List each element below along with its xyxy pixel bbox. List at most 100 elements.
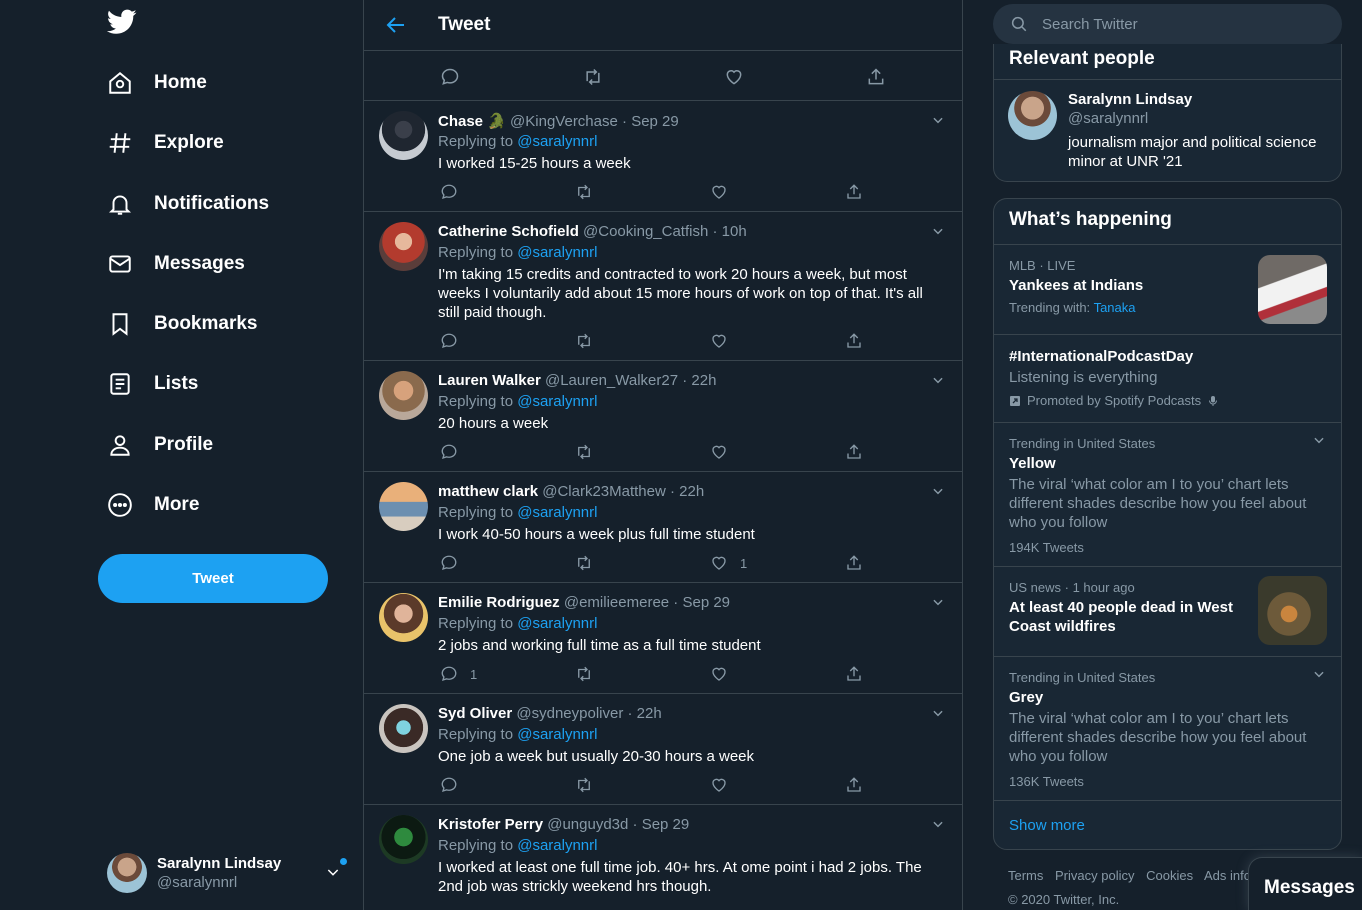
chevron-down-icon[interactable] [931,817,945,831]
trend-item[interactable]: #InternationalPodcastDay Listening is ev… [994,334,1341,422]
reply-tweet[interactable]: Chase 🐊 @KingVerchase · Sep 29 Replying … [364,101,962,212]
reply-tweet[interactable]: Kristofer Perry @unguyd3d · Sep 29 Reply… [364,805,962,910]
reply-button[interactable] [440,776,470,794]
share-button[interactable] [845,183,863,201]
nav-messages[interactable]: Messages [106,242,245,286]
reply-tweet[interactable]: Syd Oliver @sydneypoliver · 22h Replying… [364,694,962,805]
trend-item[interactable]: Trending in United States Yellow The vir… [994,422,1341,566]
like-icon[interactable] [724,67,744,87]
footer-link-cookies[interactable]: Cookies [1146,868,1193,883]
trend-item[interactable]: US news · 1 hour ago At least 40 people … [994,566,1341,656]
tweet-time[interactable]: Sep 29 [631,113,679,130]
replying-to-link[interactable]: @saralynnrl [517,133,597,150]
chevron-down-icon[interactable] [931,113,945,127]
author-handle[interactable]: @unguyd3d [547,816,628,833]
account-switcher[interactable]: Saralynn Lindsay @saralynnrl [107,850,352,896]
trend-sub-link[interactable]: Tanaka [1094,300,1136,315]
author-name[interactable]: matthew clark [438,483,538,500]
author-name[interactable]: Emilie Rodriguez [438,594,560,611]
tweet-time[interactable]: 10h [722,223,747,240]
reply-button[interactable] [440,554,470,572]
nav-lists[interactable]: Lists [106,362,198,406]
chevron-down-icon[interactable] [931,373,945,387]
like-button[interactable] [710,443,740,461]
show-more-row[interactable]: Show more [994,800,1341,849]
tweet-time[interactable]: Sep 29 [682,594,730,611]
reply-button[interactable] [440,332,470,350]
share-icon[interactable] [866,67,886,87]
chevron-down-icon[interactable] [1312,433,1326,447]
author-name[interactable]: Catherine Schofield [438,223,579,240]
chevron-down-icon[interactable] [931,706,945,720]
author-name[interactable]: Lauren Walker [438,372,541,389]
reply-icon[interactable] [440,67,460,87]
relevant-person-handle[interactable]: @saralynnrl [1068,110,1148,127]
like-button[interactable]: 1 [710,554,747,572]
trend-item[interactable]: Trending in United States Grey The viral… [994,656,1341,800]
chevron-down-icon[interactable] [931,224,945,238]
author-name[interactable]: Syd Oliver [438,705,512,722]
share-button[interactable] [845,443,863,461]
author-handle[interactable]: @KingVerchase [510,113,618,130]
author-handle[interactable]: @emilieemeree [564,594,669,611]
tweet-time[interactable]: 22h [691,372,716,389]
chevron-down-icon[interactable] [931,484,945,498]
back-arrow-icon[interactable] [384,13,408,37]
relevant-person-name[interactable]: Saralynn Lindsay [1068,91,1192,108]
footer-link-privacy[interactable]: Privacy policy [1055,868,1134,883]
like-button[interactable] [710,332,740,350]
nav-bookmarks[interactable]: Bookmarks [106,302,258,346]
retweet-button[interactable] [574,665,594,683]
chevron-down-icon[interactable] [931,595,945,609]
nav-more[interactable]: More [106,483,199,527]
author-name[interactable]: Kristofer Perry [438,816,543,833]
author-name[interactable]: Chase 🐊 [438,113,506,130]
like-button[interactable] [710,665,740,683]
replying-to-link[interactable]: @saralynnrl [517,615,597,632]
tweet-time[interactable]: 22h [637,705,662,722]
replying-to-link[interactable]: @saralynnrl [517,244,597,261]
messages-drawer[interactable]: Messages [1248,857,1362,910]
nav-notifications[interactable]: Notifications [106,182,269,226]
reply-button[interactable] [440,443,470,461]
footer-link-ads-info[interactable]: Ads info [1204,868,1251,883]
tweet-time[interactable]: Sep 29 [642,816,690,833]
share-button[interactable] [845,776,863,794]
replying-to-link[interactable]: @saralynnrl [517,837,597,854]
reply-button[interactable] [440,183,470,201]
search-box[interactable] [993,4,1342,44]
tweet-button[interactable]: Tweet [98,554,328,603]
share-button[interactable] [845,554,863,572]
reply-tweet[interactable]: Emilie Rodriguez @emilieemeree · Sep 29 … [364,583,962,694]
author-handle[interactable]: @sydneypoliver [516,705,623,722]
like-button[interactable] [710,183,740,201]
retweet-icon[interactable] [582,67,604,87]
retweet-button[interactable] [574,554,594,572]
retweet-button[interactable] [574,183,594,201]
reply-tweet[interactable]: Lauren Walker @Lauren_Walker27 · 22h Rep… [364,361,962,472]
nav-home[interactable]: Home [106,61,207,105]
author-handle[interactable]: @Cooking_Catfish [583,223,708,240]
search-input[interactable] [1042,15,1322,33]
retweet-button[interactable] [574,776,594,794]
nav-explore[interactable]: Explore [106,121,224,165]
replying-to-link[interactable]: @saralynnrl [517,393,597,410]
share-button[interactable] [845,665,863,683]
footer-link-terms[interactable]: Terms [1008,868,1043,883]
chevron-down-icon[interactable] [1312,667,1326,681]
trend-item[interactable]: MLB · LIVE Yankees at Indians Trending w… [994,244,1341,334]
retweet-button[interactable] [574,332,594,350]
retweet-button[interactable] [574,443,594,461]
share-button[interactable] [845,332,863,350]
reply-button[interactable]: 1 [440,665,477,683]
like-button[interactable] [710,776,740,794]
twitter-logo-icon[interactable] [107,9,139,39]
avatar[interactable] [1008,91,1057,140]
replying-to-link[interactable]: @saralynnrl [517,504,597,521]
reply-tweet[interactable]: matthew clark @Clark23Matthew · 22h Repl… [364,472,962,583]
author-handle[interactable]: @Clark23Matthew [542,483,666,500]
tweet-time[interactable]: 22h [679,483,704,500]
reply-tweet[interactable]: Catherine Schofield @Cooking_Catfish · 1… [364,212,962,361]
replying-to-link[interactable]: @saralynnrl [517,726,597,743]
show-more-link[interactable]: Show more [1009,817,1085,834]
